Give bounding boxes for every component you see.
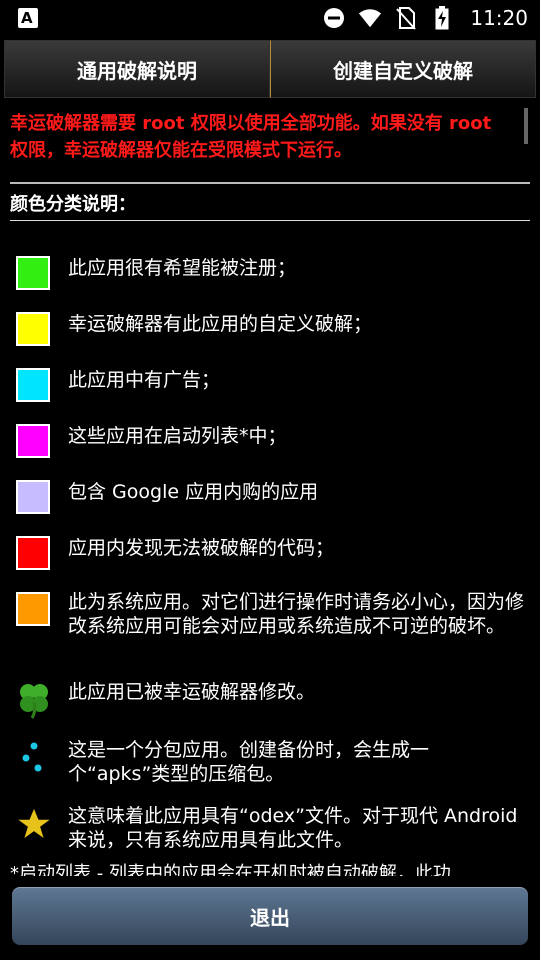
legend-text: 应用内发现无法被破解的代码； — [68, 537, 335, 559]
legend-text: 包含 Google 应用内购的应用 — [68, 481, 319, 503]
legend-text: 这意味着此应用具有“odex”文件。对于现代 Android 来说，只有系统应用… — [68, 805, 518, 851]
legend-text: 此为系统应用。对它们进行操作时请务必小心，因为修改系统应用可能会对应用或系统造成… — [68, 591, 525, 637]
status-time: 11:20 — [470, 6, 528, 30]
exit-button[interactable]: 退出 — [12, 887, 528, 945]
app-notification-icon: A — [18, 8, 38, 28]
color-swatch — [16, 480, 50, 514]
tab-create-custom-patch[interactable]: 创建自定义破解 — [270, 40, 536, 98]
split-apk-icon — [14, 738, 54, 778]
color-swatch — [16, 536, 50, 570]
color-swatch — [16, 312, 50, 346]
divider — [10, 220, 530, 221]
legend-text: 此应用中有广告； — [68, 369, 221, 391]
legend-text: 这是一个分包应用。创建备份时，会生成一个“apks”类型的压缩包。 — [68, 739, 430, 785]
legend-text: 这些应用在启动列表*中； — [68, 425, 287, 447]
tab-general-patch-info[interactable]: 通用破解说明 — [4, 40, 270, 98]
legend-text: 幸运破解器有此应用的自定义破解； — [68, 313, 373, 335]
scrollbar[interactable] — [524, 108, 528, 144]
status-bar: A 11:20 — [0, 0, 540, 36]
legend-text: 此应用已被幸运破解器修改。 — [68, 681, 316, 703]
legend-text: 此应用很有希望能被注册； — [68, 257, 297, 279]
no-sim-icon — [394, 6, 418, 30]
root-warning: 幸运破解器需要 root 权限以使用全部功能。如果没有 root 权限，幸运破解… — [10, 113, 492, 161]
color-swatch — [16, 368, 50, 402]
tab-bar: 通用破解说明 创建自定义破解 — [4, 40, 536, 98]
startup-list-footnote: *启动列表 - 列表中的应用会在开机时被自动破解，此功 — [10, 863, 451, 876]
divider — [10, 182, 530, 184]
color-swatch — [16, 256, 50, 290]
star-icon — [13, 804, 55, 844]
clover-icon — [14, 680, 54, 720]
legend-title: 颜色分类说明： — [10, 194, 136, 215]
color-swatch — [16, 424, 50, 458]
do-not-disturb-icon — [322, 6, 346, 30]
wifi-icon — [358, 6, 382, 30]
battery-charging-icon — [430, 6, 454, 30]
color-swatch — [16, 592, 50, 626]
